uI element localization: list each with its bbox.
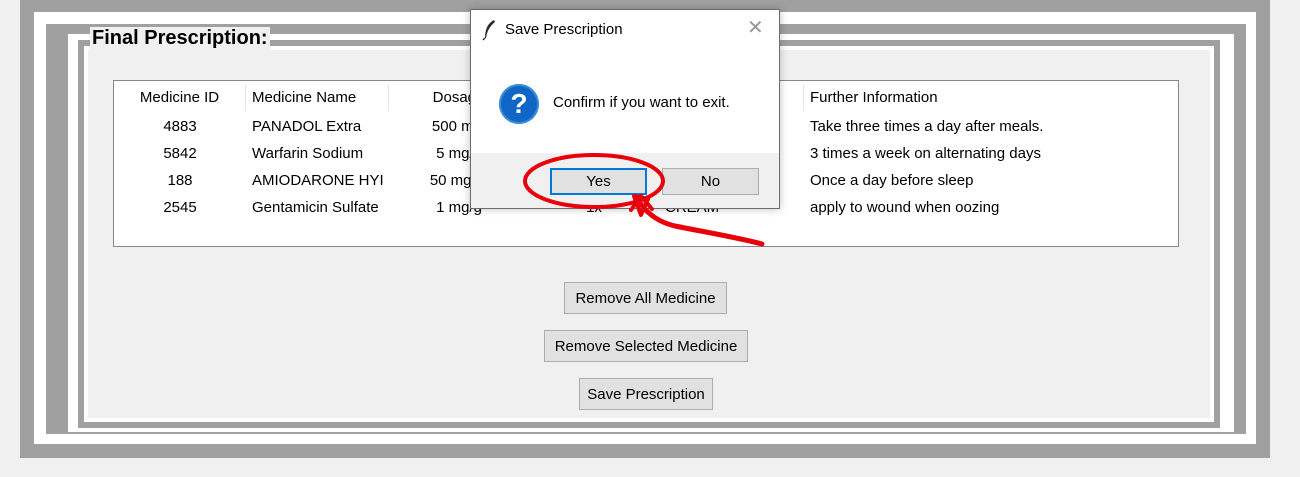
save-prescription-button[interactable]: Save Prescription xyxy=(579,378,713,410)
cell-medicine-name: PANADOL Extra xyxy=(252,118,362,135)
question-icon: ? xyxy=(499,84,539,124)
col-header-medicine-name[interactable]: Medicine Name xyxy=(246,85,389,111)
cell-medicine-name: Gentamicin Sulfate xyxy=(252,199,379,216)
remove-all-medicine-button[interactable]: Remove All Medicine xyxy=(564,282,727,314)
cell-medicine-name: AMIODARONE HYI xyxy=(252,172,384,189)
cell-medicine-id: 2545 xyxy=(163,199,197,216)
close-icon[interactable]: ✕ xyxy=(747,18,764,38)
cell-further-information: apply to wound when oozing xyxy=(810,199,1000,216)
feather-icon xyxy=(482,20,495,41)
frame-title: Final Prescription: xyxy=(90,27,270,50)
dialog-message: Confirm if you want to exit. xyxy=(553,94,730,111)
cell-medicine-id: 4883 xyxy=(163,118,197,135)
cell-further-information: Once a day before sleep xyxy=(810,172,974,189)
cell-further-information: 3 times a week on alternating days xyxy=(810,145,1041,162)
col-header-medicine-id[interactable]: Medicine ID xyxy=(114,85,246,111)
remove-selected-medicine-button[interactable]: Remove Selected Medicine xyxy=(544,330,748,362)
yes-button[interactable]: Yes xyxy=(550,168,647,195)
cell-medicine-id: 5842 xyxy=(163,145,197,162)
no-button[interactable]: No xyxy=(662,168,759,195)
cell-further-information: Take three times a day after meals. xyxy=(810,118,1044,135)
col-header-further-information[interactable]: Further Information xyxy=(804,85,1178,111)
dialog-button-bar: Yes No xyxy=(471,153,779,208)
save-prescription-dialog: Save Prescription ✕ ? Confirm if you wan… xyxy=(470,9,780,209)
dialog-title: Save Prescription xyxy=(505,21,623,38)
cell-medicine-name: Warfarin Sodium xyxy=(252,145,364,162)
cell-medicine-id: 188 xyxy=(167,172,193,189)
